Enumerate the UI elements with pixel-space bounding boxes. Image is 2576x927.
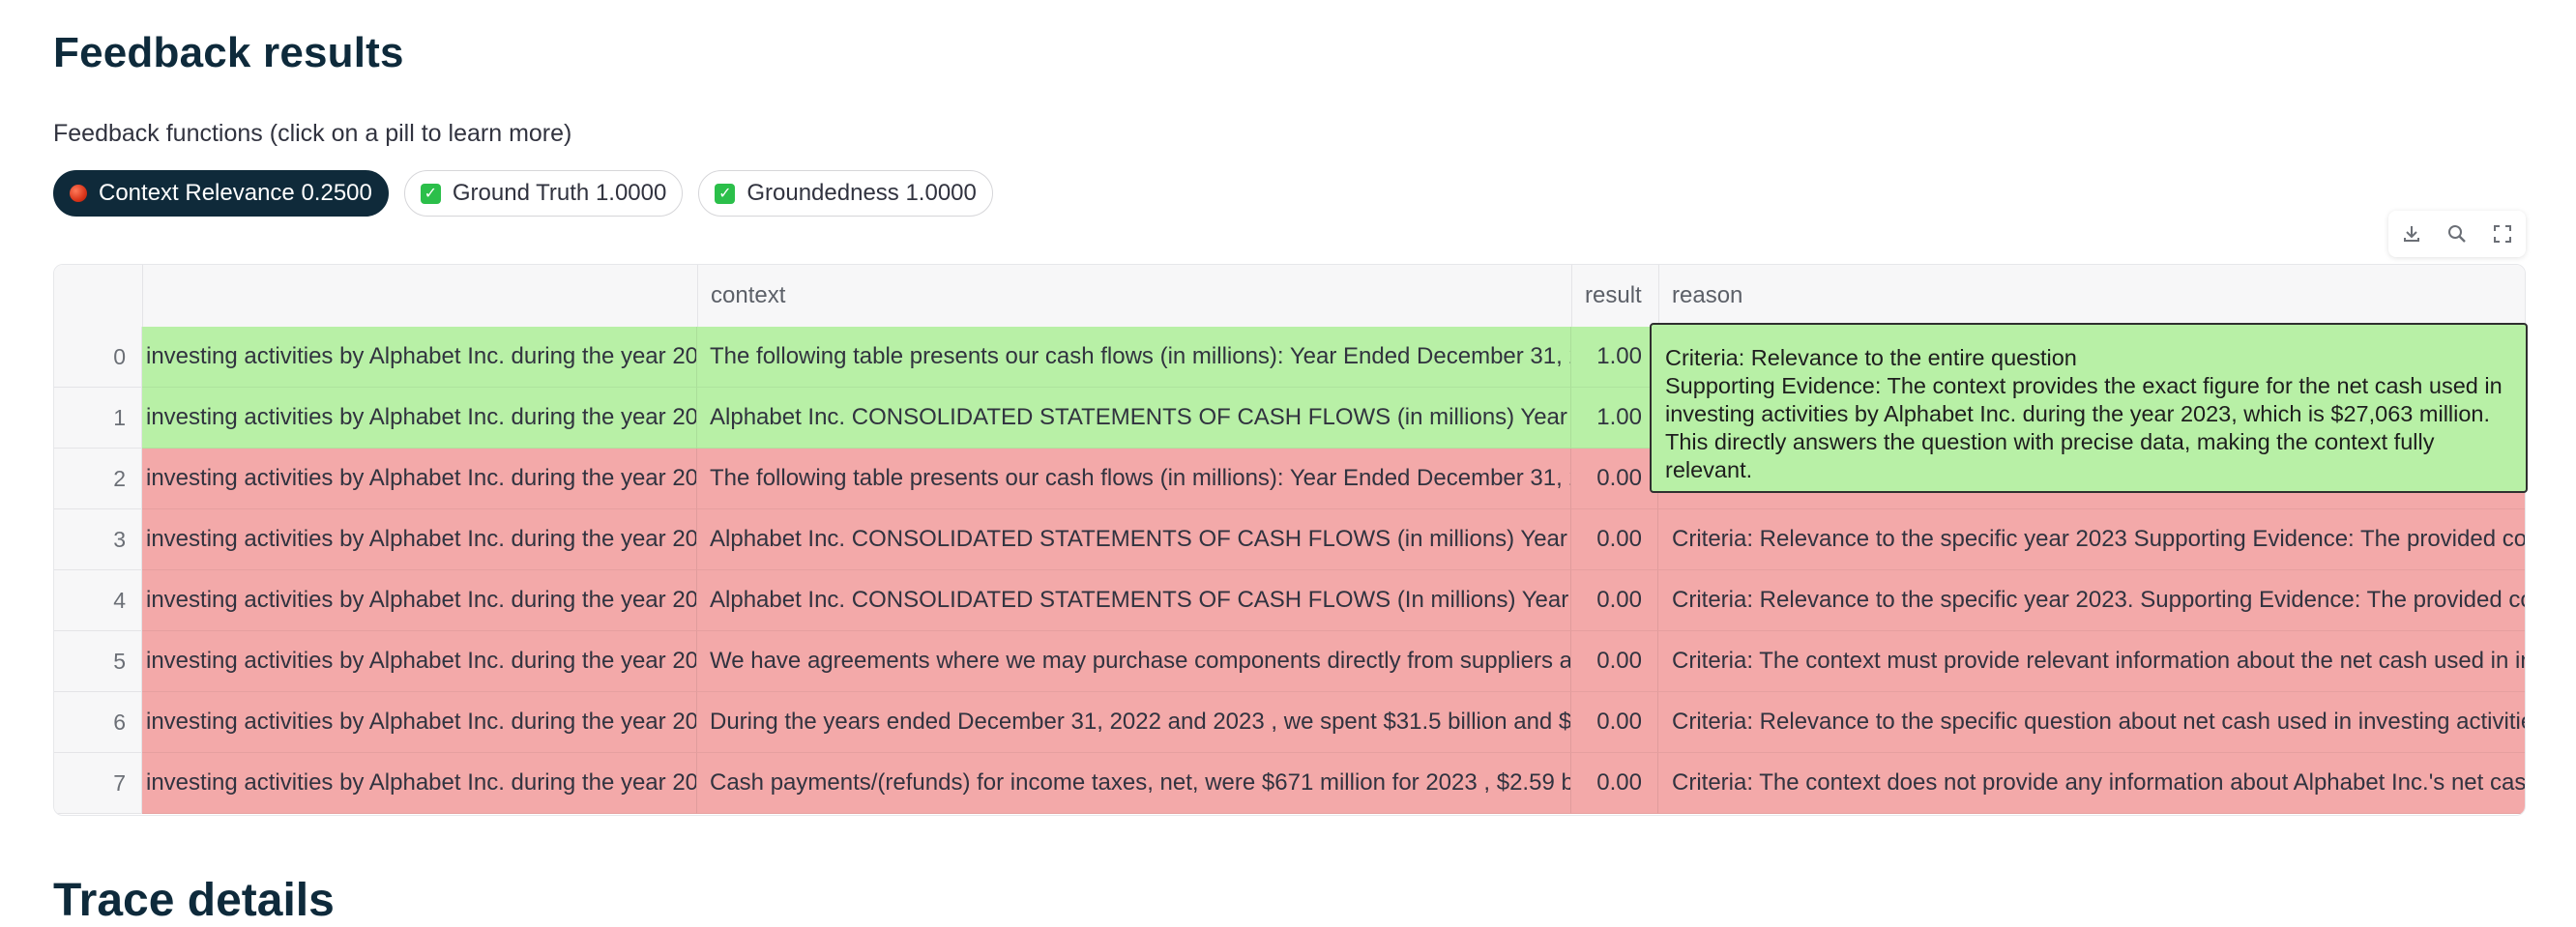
question-cell[interactable]: investing activities by Alphabet Inc. du… (142, 570, 697, 631)
column-header-question[interactable] (142, 265, 697, 327)
search-icon (2447, 225, 2466, 243)
row-index: 3 (54, 509, 142, 570)
check-mark-icon: ✓ (715, 183, 736, 204)
context-cell[interactable]: The following table presents our cash fl… (697, 449, 1571, 509)
search-button[interactable] (2442, 218, 2473, 249)
table-row[interactable]: 7 investing activities by Alphabet Inc. … (54, 753, 2525, 814)
table-row[interactable]: 4 investing activities by Alphabet Inc. … (54, 570, 2525, 631)
question-cell[interactable]: investing activities by Alphabet Inc. du… (142, 327, 697, 388)
pill-groundedness[interactable]: ✓ Groundedness 1.0000 (698, 170, 993, 217)
row-index: 7 (54, 753, 142, 814)
table-row[interactable]: 6 investing activities by Alphabet Inc. … (54, 692, 2525, 753)
row-index: 5 (54, 631, 142, 692)
pill-label: Context Relevance 0.2500 (99, 180, 372, 206)
download-button[interactable] (2396, 218, 2427, 249)
reason-cell[interactable]: Criteria: Relevance to the specific year… (1658, 570, 2525, 631)
check-mark-icon: ✓ (420, 183, 441, 204)
download-icon (2403, 226, 2419, 242)
reason-cell[interactable]: Criteria: The context does not provide a… (1658, 753, 2525, 814)
context-cell[interactable]: Alphabet Inc. CONSOLIDATED STATEMENTS OF… (697, 388, 1571, 449)
table-row[interactable]: 5 investing activities by Alphabet Inc. … (54, 631, 2525, 692)
context-cell[interactable]: Alphabet Inc. CONSOLIDATED STATEMENTS OF… (697, 570, 1571, 631)
question-cell[interactable]: investing activities by Alphabet Inc. du… (142, 388, 697, 449)
result-cell[interactable]: 1.00 (1571, 327, 1658, 388)
question-cell[interactable]: investing activities by Alphabet Inc. du… (142, 692, 697, 753)
section-title: Feedback results (53, 29, 404, 76)
reason-cell[interactable]: Criteria: Relevance to the specific year… (1658, 509, 2525, 570)
result-cell[interactable]: 0.00 (1571, 570, 1658, 631)
context-cell[interactable]: During the years ended December 31, 2022… (697, 692, 1571, 753)
row-index: 4 (54, 570, 142, 631)
question-cell[interactable]: investing activities by Alphabet Inc. du… (142, 449, 697, 509)
result-cell[interactable]: 0.00 (1571, 449, 1658, 509)
row-index: 6 (54, 692, 142, 753)
trace-details-title: Trace details (53, 875, 335, 926)
context-cell[interactable]: The following table presents our cash fl… (697, 327, 1571, 388)
popover-criteria: Criteria: Relevance to the entire questi… (1665, 345, 2077, 370)
result-cell[interactable]: 0.00 (1571, 509, 1658, 570)
context-cell[interactable]: We have agreements where we may purchase… (697, 631, 1571, 692)
reason-cell[interactable]: Criteria: Relevance to the specific ques… (1658, 692, 2525, 753)
row-index: 0 (54, 327, 142, 388)
popover-evidence: Supporting Evidence: The context provide… (1665, 373, 2503, 482)
table-row[interactable]: 3 investing activities by Alphabet Inc. … (54, 509, 2525, 570)
result-cell[interactable]: 0.00 (1571, 753, 1658, 814)
pill-ground-truth[interactable]: ✓ Ground Truth 1.0000 (403, 170, 684, 217)
row-index: 1 (54, 388, 142, 449)
result-cell[interactable]: 0.00 (1571, 631, 1658, 692)
result-cell[interactable]: 0.00 (1571, 692, 1658, 753)
question-cell[interactable]: investing activities by Alphabet Inc. du… (142, 631, 697, 692)
pill-label: Ground Truth 1.0000 (452, 180, 667, 206)
reason-cell[interactable]: Criteria: The context must provide relev… (1658, 631, 2525, 692)
column-header-result[interactable]: result (1571, 265, 1658, 327)
context-cell[interactable]: Alphabet Inc. CONSOLIDATED STATEMENTS OF… (697, 509, 1571, 570)
fullscreen-button[interactable] (2487, 218, 2518, 249)
context-cell[interactable]: Cash payments/(refunds) for income taxes… (697, 753, 1571, 814)
question-cell[interactable]: investing activities by Alphabet Inc. du… (142, 509, 697, 570)
table-header: context result reason (54, 265, 2525, 328)
column-header-context[interactable]: context (697, 265, 1571, 327)
red-circle-icon (70, 185, 87, 202)
question-cell[interactable]: investing activities by Alphabet Inc. du… (142, 753, 697, 814)
result-cell[interactable]: 1.00 (1571, 388, 1658, 449)
table-toolbar (2388, 211, 2526, 257)
column-header-reason[interactable]: reason (1658, 265, 2525, 327)
feedback-pills: Context Relevance 0.2500 ✓ Ground Truth … (53, 170, 993, 217)
fullscreen-icon (2494, 225, 2512, 243)
row-index: 2 (54, 449, 142, 509)
feedback-caption: Feedback functions (click on a pill to l… (53, 120, 572, 147)
reason-cell-popover[interactable]: Criteria: Relevance to the entire questi… (1650, 323, 2528, 493)
pill-context-relevance[interactable]: Context Relevance 0.2500 (53, 170, 389, 217)
pill-label: Groundedness 1.0000 (746, 180, 977, 206)
